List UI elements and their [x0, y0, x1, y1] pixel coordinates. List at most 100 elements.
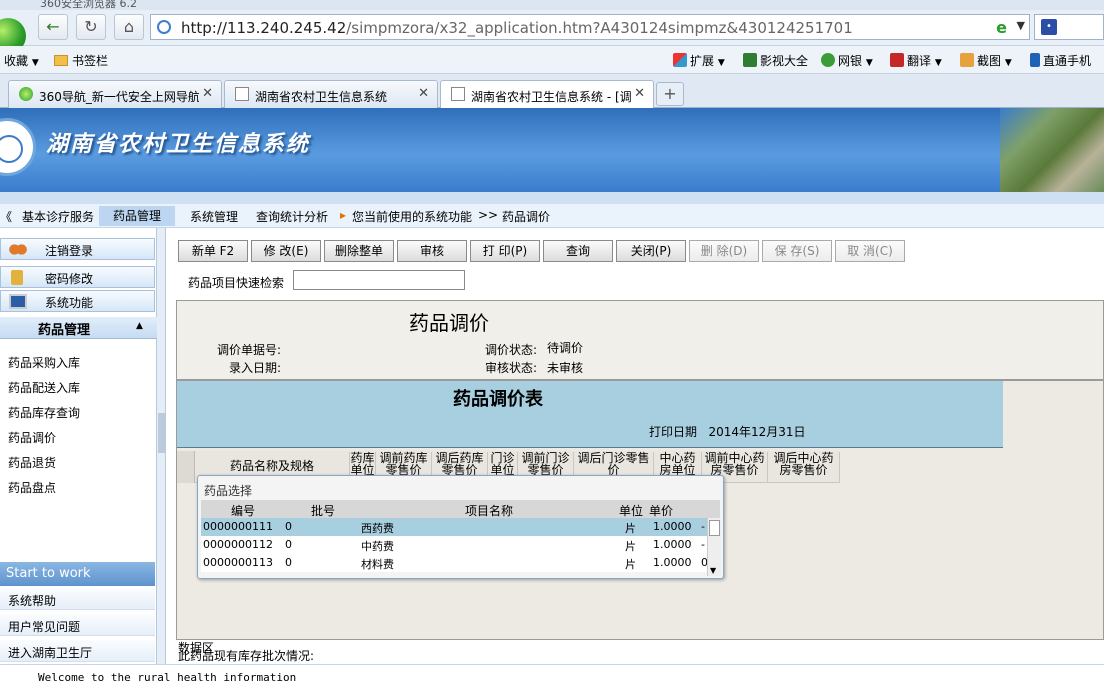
entry-date-label: 录入日期:	[229, 361, 282, 375]
close-button[interactable]: 关闭(P)	[616, 240, 686, 262]
back-button[interactable]: ←	[38, 14, 68, 40]
baidu-paw-icon: •	[1041, 19, 1057, 35]
close-icon[interactable]: ✕	[634, 86, 645, 101]
sidebar-help[interactable]: 系统帮助	[0, 588, 155, 610]
nav-query-statistics[interactable]: 查询统计分析	[256, 208, 328, 225]
bill-no-label: 调价单据号:	[217, 343, 282, 357]
app-title: 湖南省农村卫生信息系统	[46, 132, 311, 157]
sidebar-system-functions[interactable]: 系统功能	[0, 290, 155, 312]
refresh-button[interactable]: ↻	[76, 14, 106, 40]
url-input[interactable]: http://113.240.245.42/simpmzora/x32_appl…	[150, 14, 1030, 40]
header-unit: 单位	[619, 504, 644, 518]
current-arrow-icon: ▸	[340, 208, 347, 222]
print-button[interactable]: 打 印(P)	[470, 240, 540, 262]
tab-strip: 360导航_新一代安全上网导航 ✕ 湖南省农村卫生信息系统 ✕ 湖南省农村卫生信…	[0, 74, 1104, 109]
sidebar-item-price-adjust[interactable]: 药品调价	[8, 429, 56, 446]
sidebar-password[interactable]: 密码修改	[0, 266, 155, 288]
health-emblem-icon	[0, 118, 36, 176]
query-button[interactable]: 查询	[543, 240, 613, 262]
banner-photo	[1000, 108, 1104, 192]
users-icon	[9, 242, 27, 257]
video-icon	[743, 53, 757, 67]
browser-title: 360安全浏览器 6.2	[40, 0, 137, 10]
sidebar-item-purchase-in[interactable]: 药品采购入库	[8, 354, 80, 371]
status-bar: Welcome to the rural health information	[0, 664, 1104, 688]
scissors-icon	[960, 53, 974, 67]
url-dropdown-icon[interactable]: ▼	[1017, 19, 1025, 32]
save-button[interactable]: 保 存(S)	[762, 240, 832, 262]
app-nav: 《 基本诊疗服务 药品管理 系统管理 查询统计分析 ▸ 您当前使用的系统功能 >…	[0, 204, 1104, 228]
sidebar-item-delivery-in[interactable]: 药品配送入库	[8, 379, 80, 396]
splitter-handle[interactable]	[158, 413, 165, 453]
scroll-down-icon[interactable]: ▼	[710, 566, 716, 575]
popup-scrollbar[interactable]: ▼	[707, 518, 721, 576]
tab-360-nav[interactable]: 360导航_新一代安全上网导航 ✕	[8, 80, 222, 108]
delete-all-button[interactable]: 删除整单	[324, 240, 394, 262]
table-row[interactable]: 0000000113 0 材料费 片 1.0000 0	[201, 554, 720, 572]
table-row[interactable]: 0000000112 0 中药费 片 1.0000 -	[201, 536, 720, 554]
stock-batch-label: 此药品现有库存批次情况:	[178, 649, 315, 663]
new-tab-button[interactable]: +	[656, 82, 684, 106]
scrollbar-thumb[interactable]	[709, 520, 720, 536]
sidebar-item-stock-query[interactable]: 药品库存查询	[8, 404, 80, 421]
nav-system-management[interactable]: 系统管理	[190, 208, 238, 225]
report-title: 药品调价表	[453, 389, 543, 410]
current-function: 药品调价	[502, 210, 551, 224]
header-price: 单价	[649, 504, 674, 518]
phone-button[interactable]: 直通手机	[1030, 52, 1091, 69]
url-host: http://113.240.245.42	[181, 19, 347, 37]
sidebar-item-return[interactable]: 药品退货	[8, 454, 56, 471]
collapse-icon[interactable]: ▲	[136, 321, 143, 331]
sidebar-splitter[interactable]	[157, 228, 166, 664]
search-engine-box[interactable]: •	[1034, 14, 1104, 40]
form-panel: 药品调价 调价单据号: 录入日期: 调价状态: 待调价 审核状态: 未审核	[176, 300, 1104, 380]
bank-button[interactable]: 网银 ▼	[821, 52, 873, 69]
sidebar: 注销登录 密码修改 系统功能 药品管理 ▲ 药品采购入库 药品配送入库 药品库存…	[0, 228, 157, 664]
close-icon[interactable]: ✕	[202, 86, 213, 101]
extend-icon	[673, 53, 687, 67]
extend-button[interactable]: 扩展 ▼	[673, 52, 725, 69]
close-icon[interactable]: ✕	[418, 86, 429, 101]
sidebar-health-dept[interactable]: 进入湖南卫生厅	[0, 640, 155, 662]
favorites-menu[interactable]: 收藏 ▼	[4, 52, 39, 69]
search-label: 药品项目快速检索	[188, 276, 285, 290]
status-text: Welcome to the rural health information	[38, 671, 297, 684]
sidebar-logout[interactable]: 注销登录	[0, 238, 155, 260]
popup-header-row: 编号 批号 项目名称 单位 单价	[201, 500, 720, 518]
sidebar-section-drug[interactable]: 药品管理 ▲	[0, 317, 157, 339]
home-button[interactable]: ⌂	[114, 14, 144, 40]
ie-mode-icon[interactable]: e	[996, 18, 1007, 37]
translate-button[interactable]: 翻译 ▼	[890, 52, 942, 69]
browser-title-bar: 360安全浏览器 6.2	[0, 0, 1104, 10]
edit-button[interactable]: 修 改(E)	[251, 240, 321, 262]
cancel-button[interactable]: 取 消(C)	[835, 240, 905, 262]
tab-rural-health-2[interactable]: 湖南省农村卫生信息系统 - [调 ✕	[440, 80, 654, 109]
header-code: 编号	[231, 504, 256, 518]
video-button[interactable]: 影视大全	[743, 52, 808, 69]
nav-prev-arrow[interactable]: 《	[0, 208, 12, 225]
bank-icon	[821, 53, 835, 67]
delete-button[interactable]: 删 除(D)	[689, 240, 759, 262]
bookmarks-bar: 收藏 ▼ 书签栏 扩展 ▼ 影视大全 网银 ▼ 翻译 ▼ 截图 ▼ 直通手机	[0, 46, 1104, 74]
sidebar-item-inventory[interactable]: 药品盘点	[8, 479, 56, 496]
bookmark-folder[interactable]: 书签栏	[54, 52, 108, 69]
table-row[interactable]: 0000000111 0 西药费 片 1.0000 -	[201, 518, 720, 536]
nav-basic-service[interactable]: 基本诊疗服务	[22, 208, 94, 225]
search-input[interactable]	[293, 270, 465, 290]
screenshot-button[interactable]: 截图 ▼	[960, 52, 1012, 69]
sidebar-faq[interactable]: 用户常见问题	[0, 614, 155, 636]
phone-icon	[1030, 53, 1040, 67]
tab-rural-health-1[interactable]: 湖南省农村卫生信息系统 ✕	[224, 80, 438, 108]
header-name: 项目名称	[465, 504, 514, 518]
nav-drug-management[interactable]: 药品管理	[99, 206, 176, 226]
audit-button[interactable]: 审核	[397, 240, 467, 262]
status-value: 待调价	[547, 341, 584, 355]
globe-icon	[157, 20, 171, 34]
app-banner: 湖南省农村卫生信息系统	[0, 108, 1104, 192]
start-to-work-header: Start to work	[0, 562, 155, 586]
lock-icon	[11, 270, 23, 285]
new-button[interactable]: 新单 F2	[178, 240, 248, 262]
page-icon	[451, 87, 465, 101]
audit-value: 未审核	[547, 361, 584, 375]
header-batch: 批号	[311, 504, 336, 518]
